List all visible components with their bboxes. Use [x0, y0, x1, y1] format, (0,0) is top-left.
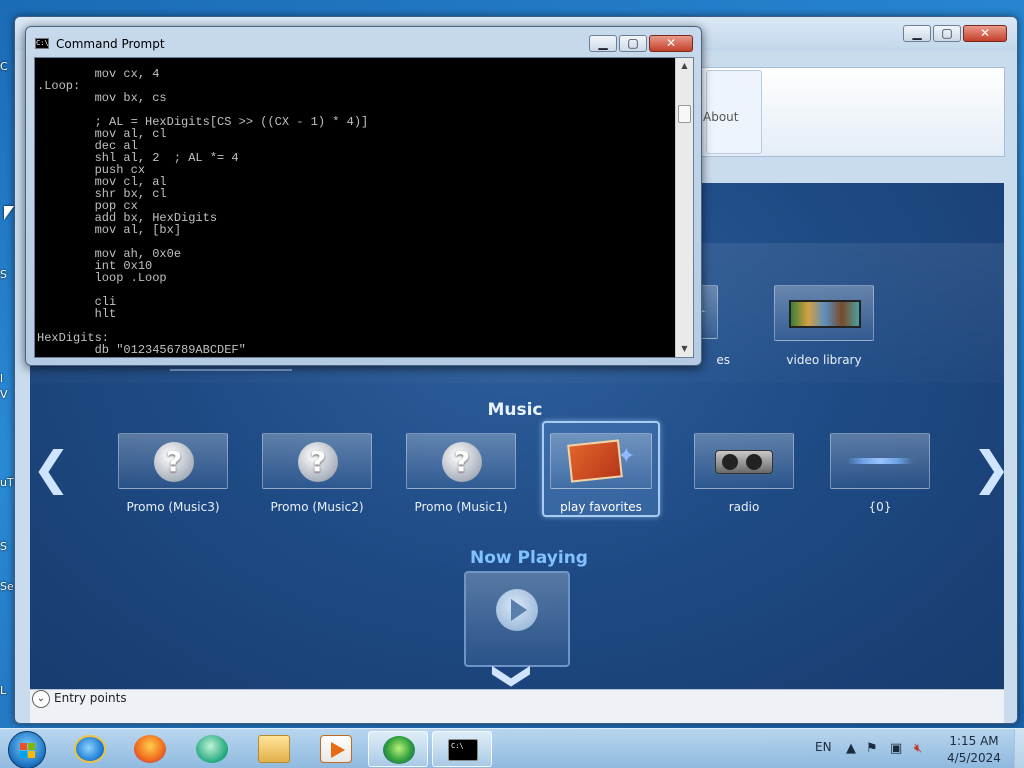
network-icon[interactable]: ▣: [890, 741, 902, 756]
music-tile-label: Promo (Music2): [270, 500, 364, 514]
desktop-icon-fragment[interactable]: uT: [0, 476, 14, 489]
desktop-icon-fragment[interactable]: S: [0, 268, 7, 281]
show-hidden-icons-icon[interactable]: ▲: [846, 741, 856, 756]
minimize-button[interactable]: ▁: [903, 25, 931, 42]
taskbar-media-center[interactable]: [368, 731, 428, 767]
console-line: mov al, [bx]: [37, 223, 182, 237]
music-tile-promo-1[interactable]: ?: [406, 433, 516, 489]
vertical-scrollbar[interactable]: ▲ ▼: [675, 58, 693, 357]
action-center-flag-icon[interactable]: ⚑: [866, 741, 878, 756]
film-strip-icon: [789, 300, 861, 328]
console-line: cli: [37, 295, 117, 309]
maximize-icon: ▢: [627, 36, 639, 50]
taskbar-media-player[interactable]: [306, 731, 366, 767]
internet-explorer-icon: [74, 735, 106, 763]
scrollbar-thumb[interactable]: [678, 105, 691, 123]
console-icon: C:\: [35, 38, 49, 49]
system-clock[interactable]: 1:15 AM 4/5/2024: [944, 733, 1004, 767]
desktop-icon-fragment[interactable]: C: [0, 60, 8, 73]
cmd-minimize-button[interactable]: ▁: [589, 35, 617, 52]
mouse-cursor-icon: [4, 206, 14, 220]
music-tile-radio[interactable]: [694, 433, 794, 489]
desktop-icon-fragment[interactable]: V: [0, 388, 8, 401]
star-icon: ✦: [617, 444, 636, 469]
language-indicator[interactable]: EN: [815, 740, 832, 754]
clock-date: 4/5/2024: [947, 751, 1001, 765]
volume-muted-icon[interactable]: 🔇︎: [914, 741, 922, 756]
minimize-icon: ▁: [598, 36, 608, 50]
question-icon: ?: [154, 442, 194, 482]
maximize-icon: ▢: [941, 26, 953, 40]
console-text: mov cx, 4 .Loop: mov bx, cs ; AL = HexDig…: [37, 68, 673, 356]
messenger-icon: [196, 735, 228, 763]
windows-logo-icon: [20, 743, 36, 759]
taskbar-internet-explorer[interactable]: [60, 731, 120, 767]
close-button[interactable]: ✕: [963, 25, 1007, 42]
music-tile-play-favorites[interactable]: ✦: [550, 433, 652, 489]
radio-icon: [715, 450, 773, 474]
command-prompt-window: C:\ Command Prompt ▁ ▢ ✕ mov cx, 4 .Loop:…: [25, 26, 702, 366]
start-button[interactable]: [8, 731, 46, 768]
music-tile-promo-2[interactable]: ?: [262, 433, 372, 489]
desktop-icon-fragment[interactable]: Se: [0, 580, 14, 593]
entry-points-label[interactable]: Entry points: [54, 691, 127, 705]
taskbar-messenger[interactable]: [182, 731, 242, 767]
status-bar: [30, 689, 1004, 723]
scroll-up-icon[interactable]: ▲: [676, 58, 693, 74]
firefox-icon: [134, 735, 166, 763]
scroll-left-arrow[interactable]: ❮: [32, 445, 71, 491]
music-tile-label: Promo (Music3): [126, 500, 220, 514]
folder-icon: [258, 735, 290, 763]
music-tile-label: play favorites: [560, 500, 642, 514]
waveform-icon: [847, 458, 913, 464]
play-icon: [496, 589, 538, 631]
minimize-icon: ▁: [912, 26, 922, 40]
console-line: hlt: [37, 307, 117, 321]
taskbar-command-prompt[interactable]: C:\: [432, 731, 492, 767]
now-playing-tile[interactable]: [464, 571, 570, 667]
now-playing-title: Now Playing: [470, 548, 588, 568]
chevron-down-icon[interactable]: ⌄: [32, 690, 50, 708]
scroll-down-icon[interactable]: ▼: [676, 341, 693, 357]
scroll-right-arrow[interactable]: ❯: [972, 445, 1004, 491]
media-player-icon: [320, 735, 352, 763]
scroll-down-arrow[interactable]: ❯: [491, 660, 537, 689]
video-library-label: video library: [786, 353, 862, 367]
taskbar-file-explorer[interactable]: [244, 731, 304, 767]
selection-underline: [170, 369, 292, 371]
clock-time: 1:15 AM: [949, 734, 999, 748]
music-tile-unknown[interactable]: [830, 433, 930, 489]
album-stack-icon: [567, 439, 623, 483]
music-tile-promo-3[interactable]: ?: [118, 433, 228, 489]
cmd-close-button[interactable]: ✕: [649, 35, 693, 52]
music-tile-label: {0}: [868, 500, 892, 514]
about-button[interactable]: About: [703, 110, 738, 124]
console-output[interactable]: mov cx, 4 .Loop: mov bx, cs ; AL = HexDig…: [34, 57, 694, 358]
close-icon: ✕: [979, 26, 991, 40]
music-tile-label: Promo (Music1): [414, 500, 508, 514]
console-line: mov cx, 4: [37, 67, 160, 81]
video-library-tile[interactable]: [774, 285, 874, 341]
console-line: loop .Loop: [37, 271, 167, 285]
close-icon: ✕: [665, 36, 677, 50]
cmd-maximize-button[interactable]: ▢: [619, 35, 647, 52]
cmd-title: Command Prompt: [56, 37, 165, 51]
console-icon: C:\: [448, 739, 478, 761]
console-line: db "0123456789ABCDEF": [37, 343, 246, 357]
cmd-titlebar[interactable]: C:\ Command Prompt ▁ ▢ ✕: [26, 27, 701, 57]
desktop-icon-fragment[interactable]: l: [0, 372, 3, 385]
taskbar-firefox[interactable]: [120, 731, 180, 767]
show-desktop-button[interactable]: [1014, 729, 1024, 768]
desktop-icon-fragment[interactable]: S: [0, 540, 7, 553]
media-center-icon: [383, 736, 415, 764]
question-icon: ?: [298, 442, 338, 482]
desktop-icon-fragment[interactable]: L: [0, 684, 6, 697]
question-icon: ?: [442, 442, 482, 482]
console-line: mov bx, cs: [37, 91, 167, 105]
maximize-button[interactable]: ▢: [933, 25, 961, 42]
music-section-title: Music: [487, 400, 543, 420]
